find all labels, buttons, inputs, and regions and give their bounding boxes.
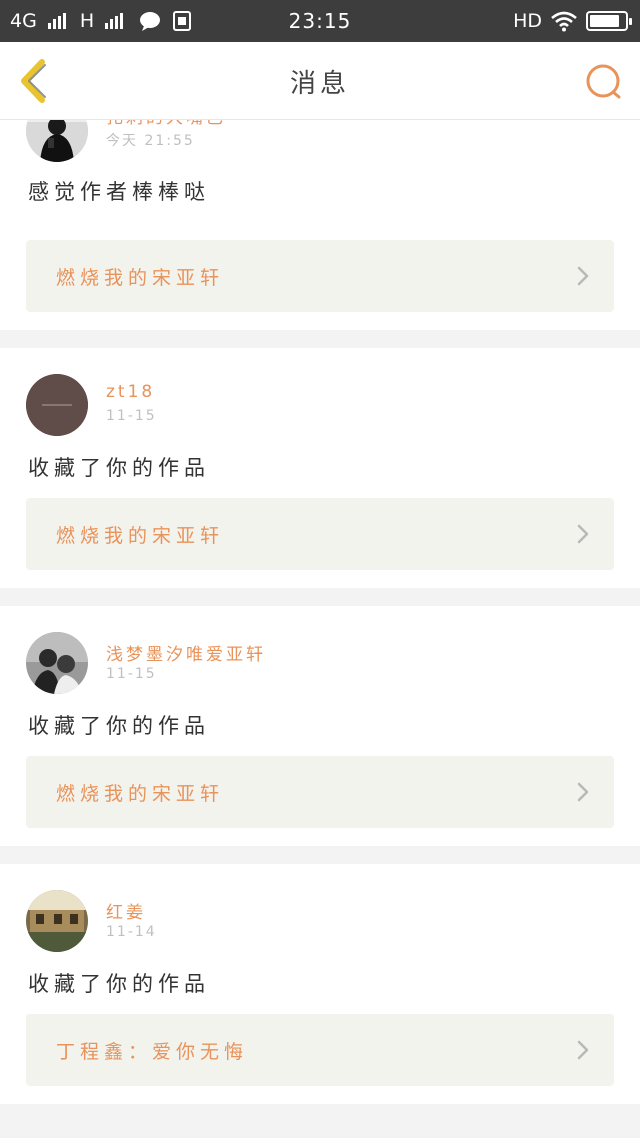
timestamp: 11-14 — [106, 924, 157, 940]
chevron-right-icon — [577, 1040, 589, 1060]
username[interactable]: 扎刺的大嘴巴 — [106, 120, 226, 128]
page-title: 消息 — [289, 68, 350, 99]
timestamp: 今天 21:55 — [106, 133, 195, 149]
avatar-image — [26, 890, 88, 952]
work-title: 丁程鑫：爱你无悔 — [56, 1040, 249, 1063]
avatar-image — [26, 374, 88, 436]
wifi-icon — [551, 11, 577, 32]
work-link[interactable]: 燃烧我的宋亚轩 — [26, 498, 614, 570]
message-text: 感觉作者棒棒哒 — [28, 180, 210, 204]
battery-icon — [586, 11, 632, 31]
notification-card: 红姜 11-14 收藏了你的作品 丁程鑫：爱你无悔 — [0, 864, 640, 1104]
work-title: 燃烧我的宋亚轩 — [56, 266, 225, 289]
avatar-image — [26, 632, 88, 694]
battery-fill — [590, 15, 619, 27]
hd-label: HD — [513, 10, 542, 32]
chevron-right-icon — [577, 524, 589, 544]
avatar[interactable] — [26, 374, 88, 436]
chevron-right-icon — [577, 782, 589, 802]
avatar-image — [26, 120, 88, 162]
status-right: HD — [513, 0, 632, 42]
avatar[interactable] — [26, 890, 88, 952]
message-text: 收藏了你的作品 — [28, 714, 210, 738]
notification-card: zt18 11-15 收藏了你的作品 燃烧我的宋亚轩 — [0, 348, 640, 588]
avatar[interactable] — [26, 120, 88, 162]
message-text: 收藏了你的作品 — [28, 456, 210, 480]
search-button[interactable] — [584, 62, 624, 102]
work-link[interactable]: 丁程鑫：爱你无悔 — [26, 1014, 614, 1086]
search-icon — [586, 64, 621, 99]
timestamp: 11-15 — [106, 408, 157, 424]
avatar[interactable] — [26, 632, 88, 694]
nav-bar: 消息 — [0, 42, 640, 120]
notification-feed[interactable]: 扎刺的大嘴巴 今天 21:55 感觉作者棒棒哒 燃烧我的宋亚轩 zt18 11-… — [0, 120, 640, 1138]
work-link[interactable]: 燃烧我的宋亚轩 — [26, 756, 614, 828]
notification-card: 浅梦墨汐唯爱亚轩 11-15 收藏了你的作品 燃烧我的宋亚轩 — [0, 606, 640, 846]
notification-card: 扎刺的大嘴巴 今天 21:55 感觉作者棒棒哒 燃烧我的宋亚轩 — [0, 120, 640, 330]
status-bar: 4G H 23:15 HD — [0, 0, 640, 42]
work-title: 燃烧我的宋亚轩 — [56, 782, 225, 805]
timestamp: 11-15 — [106, 666, 157, 682]
chevron-right-icon — [577, 266, 589, 286]
username[interactable]: 红姜 — [106, 898, 146, 923]
username[interactable]: zt18 — [106, 382, 155, 402]
username[interactable]: 浅梦墨汐唯爱亚轩 — [106, 640, 266, 665]
message-text: 收藏了你的作品 — [28, 972, 210, 996]
work-link[interactable]: 燃烧我的宋亚轩 — [26, 240, 614, 312]
work-title: 燃烧我的宋亚轩 — [56, 524, 225, 547]
